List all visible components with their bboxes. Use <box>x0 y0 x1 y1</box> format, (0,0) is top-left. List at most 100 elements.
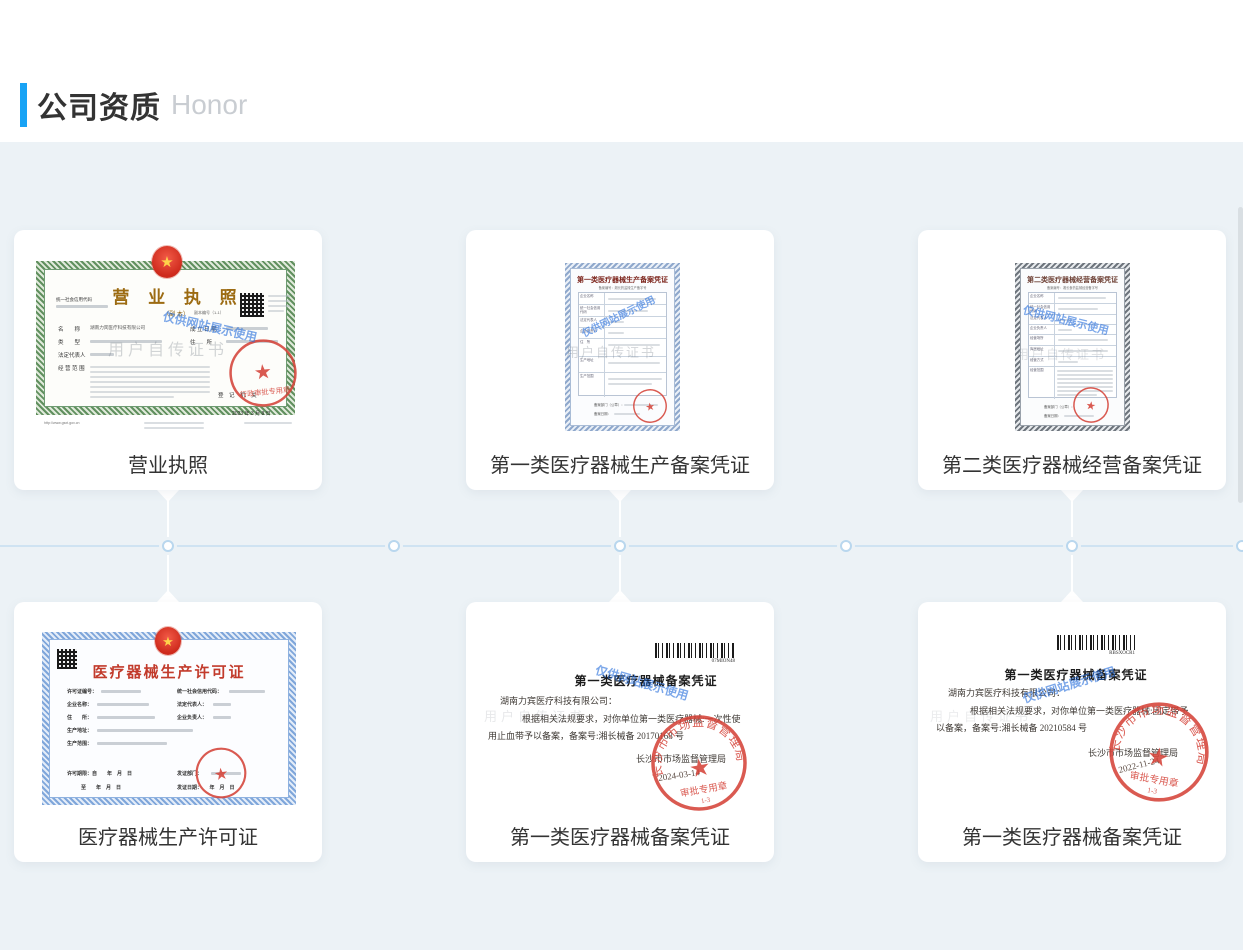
license-title: 营 业 执 照 <box>92 283 264 308</box>
company-name: 湖南力宾医疗科技有限公司 <box>90 325 145 331</box>
filing-number: 备案编号：湘长药监械生产备字号 <box>570 285 675 290</box>
row-label: 生产范围 <box>579 373 605 397</box>
certificate-caption: 营业执照 <box>14 449 322 478</box>
filing-date-line: 备案日期： <box>594 411 611 416</box>
certificate-table: 企业名称 统一社会信用代码 法定代表人 企业负责人 经营场所 库房地址 经营方式… <box>1028 292 1117 398</box>
accent-bar <box>20 83 27 127</box>
scope-label: 经 营 范 围 <box>58 364 85 372</box>
svg-text:★: ★ <box>1145 743 1172 773</box>
redacted-value <box>213 703 231 706</box>
redacted-value <box>1058 308 1098 310</box>
validity-to-label: 至 年 月 日 <box>81 784 121 791</box>
page-title: 公司资质 <box>37 83 161 127</box>
svg-text:1-3: 1-3 <box>700 796 711 806</box>
page-subtitle: Honor <box>171 89 247 121</box>
redacted-value <box>608 383 652 385</box>
credit-code-label: 统一社会信用代码 <box>56 297 92 303</box>
footer-url: http://www.gsxt.gov.cn <box>44 421 80 425</box>
row-label: 生产地址 <box>579 357 605 372</box>
redacted-value <box>1057 382 1113 384</box>
redacted-value <box>608 310 648 312</box>
addressee-line: 湖南力宾医疗科技有限公司： <box>948 686 1065 699</box>
row-label: 经营方式 <box>1029 357 1055 366</box>
body-line: 以备案，备案号:湘长械备 20210584 号 <box>936 721 1087 734</box>
svg-text:★: ★ <box>213 765 230 785</box>
certificate-card-class2-operation-filing[interactable]: 第二类医疗器械经营备案凭证 备案编号：湘长食药监械经营备字号 企业名称 统一社会… <box>918 230 1226 490</box>
timeline-dot <box>1236 540 1243 552</box>
redacted-date <box>226 327 268 330</box>
redacted-value <box>97 742 167 745</box>
barcode <box>1057 635 1135 650</box>
connector-arrow-down <box>157 490 179 502</box>
filing-dept-line: 备案部门（公章）： <box>594 402 625 407</box>
certificate-card-class1-filing-2021[interactable]: RBSXOCR1 第一类医疗器械备案凭证 湖南力宾医疗科技有限公司： 根据相关法… <box>918 602 1226 862</box>
certificate-card-business-license[interactable]: 统一社会信用代码 营 业 执 照 （副 本） 副本编号（1-1） 名 称 湖南力… <box>14 230 322 490</box>
filing-date-line: 备案日期： <box>1044 413 1061 418</box>
redacted-value <box>608 362 660 364</box>
redacted-value <box>97 716 155 719</box>
row-label: 企业名称 <box>1029 293 1055 303</box>
official-seal-icon: 长沙市市场监督管理局 ★ 审批专用章 1-3 <box>1099 692 1219 812</box>
redacted-line <box>268 295 290 297</box>
official-seal-icon: ★ 行政审批专用章 <box>223 333 302 412</box>
row-label: 统一社会信用代码 <box>579 305 605 316</box>
redacted-value <box>1058 350 1108 352</box>
connector-arrow-down <box>609 490 631 502</box>
redacted-footer <box>244 422 292 424</box>
filing-dept-line: 备案部门（公章）： <box>1044 404 1075 409</box>
row-label: 法定代表人 <box>1029 315 1055 324</box>
svg-text:★: ★ <box>253 361 273 385</box>
certificate-caption: 第二类医疗器械经营备案凭证 <box>918 449 1226 478</box>
redacted-value <box>101 690 141 693</box>
scrollbar-thumb[interactable] <box>1238 207 1243 503</box>
certificate-card-production-license[interactable]: 医疗器械生产许可证 许可证编号： 统一社会信用代码： 企业名称： 法定代表人： … <box>14 602 322 862</box>
redacted-value <box>1058 361 1078 363</box>
redacted-value <box>1058 339 1108 341</box>
redacted-line <box>268 300 290 302</box>
redacted-value <box>608 344 660 346</box>
redacted-value <box>229 690 265 693</box>
redacted-scope <box>90 396 174 398</box>
document-title: 第一类医疗器械备案凭证 <box>956 666 1196 683</box>
row-label: 企业负责人 <box>1029 325 1055 334</box>
svg-text:行政审批专用章: 行政审批专用章 <box>239 385 290 399</box>
address-label: 住 所 <box>190 338 212 346</box>
svg-text:★: ★ <box>644 401 656 414</box>
certificate-title: 第一类医疗器械生产备案凭证 <box>570 275 675 285</box>
barcode-label: RBSXOCR1 <box>1068 651 1135 656</box>
redacted-legal-rep <box>90 353 114 356</box>
connector-arrow-up <box>609 590 631 602</box>
redacted-value <box>1057 370 1113 372</box>
credit-code-label: 统一社会信用代码： <box>177 688 222 695</box>
row-label: 企业名称 <box>579 293 605 304</box>
redacted-scope <box>90 381 210 383</box>
legal-rep-label: 法定代表人： <box>177 701 207 708</box>
redacted-value <box>1057 378 1113 380</box>
timeline-dot <box>1066 540 1078 552</box>
timeline-dot <box>162 540 174 552</box>
redacted-footer <box>144 427 204 429</box>
document-title: 第一类医疗器械备案凭证 <box>526 672 766 689</box>
certificate-card-class1-production-filing[interactable]: 第一类医疗器械生产备案凭证 备案编号：湘长药监械生产备字号 企业名称 统一社会信… <box>466 230 774 490</box>
established-label: 成 立 日 期 <box>190 325 217 333</box>
row-label: 企业负责人 <box>579 328 605 338</box>
connector-arrow-down <box>1061 490 1083 502</box>
redacted-footer <box>144 422 204 424</box>
row-label: 统一社会信用代码 <box>1029 304 1055 314</box>
qr-code <box>240 293 264 317</box>
address-label: 住 所： <box>67 714 92 721</box>
timeline-dot <box>388 540 400 552</box>
certificate-caption: 医疗器械生产许可证 <box>14 821 322 850</box>
certificate-card-class1-filing-2017[interactable]: 07MION48 第一类医疗器械备案凭证 湖南力宾医疗科技有限公司： 根据相关法… <box>466 602 774 862</box>
prod-address-label: 生产地址： <box>67 727 92 734</box>
timeline-dot <box>614 540 626 552</box>
redacted-value <box>1058 319 1072 321</box>
manager-label: 企业负责人： <box>177 714 207 721</box>
official-seal-icon: ★ <box>629 385 671 427</box>
svg-text:★: ★ <box>1085 400 1097 413</box>
redacted-value <box>97 729 193 732</box>
redacted-line <box>268 305 290 307</box>
row-label: 经营场所 <box>1029 335 1055 345</box>
certificate-title: 第二类医疗器械经营备案凭证 <box>1020 275 1125 285</box>
company-label: 企业名称： <box>67 701 92 708</box>
